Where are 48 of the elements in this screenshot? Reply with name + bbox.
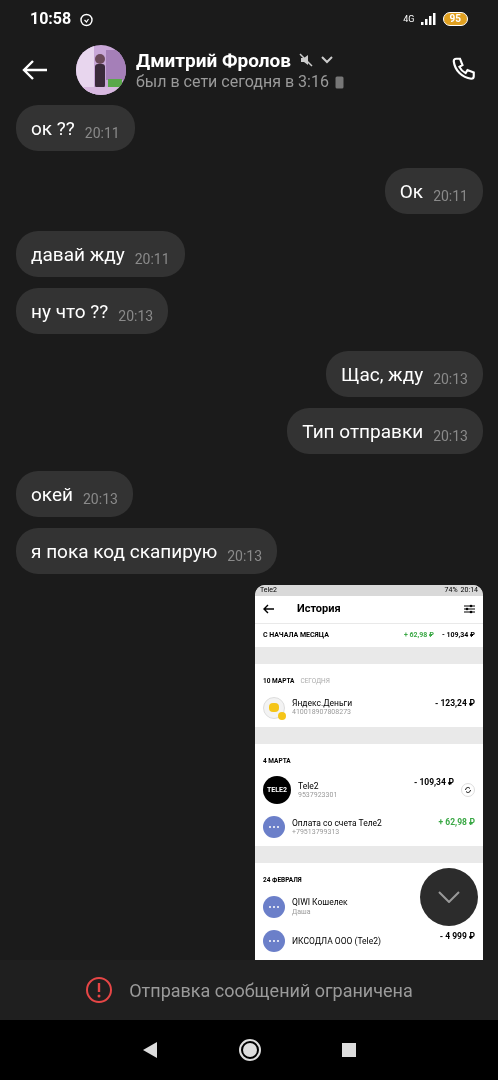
payment-amount: - 123,24 ₽ <box>434 696 475 710</box>
back-nav-icon[interactable] <box>142 1041 158 1059</box>
restriction-notice: Отправка сообщений ограничена <box>129 978 413 1003</box>
phone-device-icon <box>334 75 344 89</box>
payment-amount: + 62,98 ₽ <box>438 816 475 829</box>
message-text: я пока код скапирую <box>31 541 218 561</box>
alarm-icon <box>79 11 95 27</box>
message-text: давай жду <box>31 244 125 264</box>
dots-icon <box>263 896 285 918</box>
message-time: 20:13 <box>433 372 468 386</box>
network-text: 4G <box>403 14 415 24</box>
warning-icon <box>85 976 114 1004</box>
filter-icon <box>464 604 475 615</box>
wallet-icon <box>263 696 285 719</box>
avatar[interactable] <box>76 45 126 96</box>
dots-icon <box>263 816 285 839</box>
payee-name: Яндекс.Деньги <box>292 697 354 709</box>
message-text: окей <box>31 484 73 504</box>
payment-amount: - 109,34 ₽ <box>413 776 454 789</box>
chevron-icon[interactable] <box>321 56 333 65</box>
message-time: 20:11 <box>84 126 120 140</box>
last-seen-text: был в сети сегодня в 3:16 <box>136 72 329 93</box>
clock-time: 10:58 <box>30 8 72 31</box>
message-text: Ок <box>399 181 424 201</box>
home-nav-icon[interactable] <box>238 1038 262 1062</box>
signal-icon <box>420 13 437 26</box>
payment-amount: - 4 999 ₽ <box>439 930 475 943</box>
message-time: 20:13 <box>83 492 118 506</box>
payee-name: ИКСОДЛА ООО (Tele2) <box>292 935 382 947</box>
chevron-icon <box>438 891 460 903</box>
contact-name: Дмитрий Фролов <box>136 48 291 73</box>
message-text: ну что ?? <box>31 301 109 321</box>
message-time: 20:13 <box>118 309 154 323</box>
back-icon[interactable] <box>22 59 48 82</box>
message-text: Щас, жду <box>340 364 424 384</box>
back-icon <box>263 604 275 615</box>
message-time: 20:11 <box>134 252 170 266</box>
message-time: 20:11 <box>433 189 468 203</box>
message-text: ок ?? <box>31 118 75 138</box>
dots-icon <box>263 930 285 952</box>
payee-name: Tele2 <box>298 780 320 792</box>
payee-name: QIWI Кошелек <box>292 897 349 908</box>
message-text: Тип отправки <box>302 421 424 441</box>
payee-name: Оплата со счета Теле2 <box>292 817 383 829</box>
battery-indicator: 95 <box>442 12 468 27</box>
message-time: 20:13 <box>227 549 263 563</box>
screen-title: История <box>297 601 342 618</box>
message-time: 20:13 <box>433 429 468 443</box>
